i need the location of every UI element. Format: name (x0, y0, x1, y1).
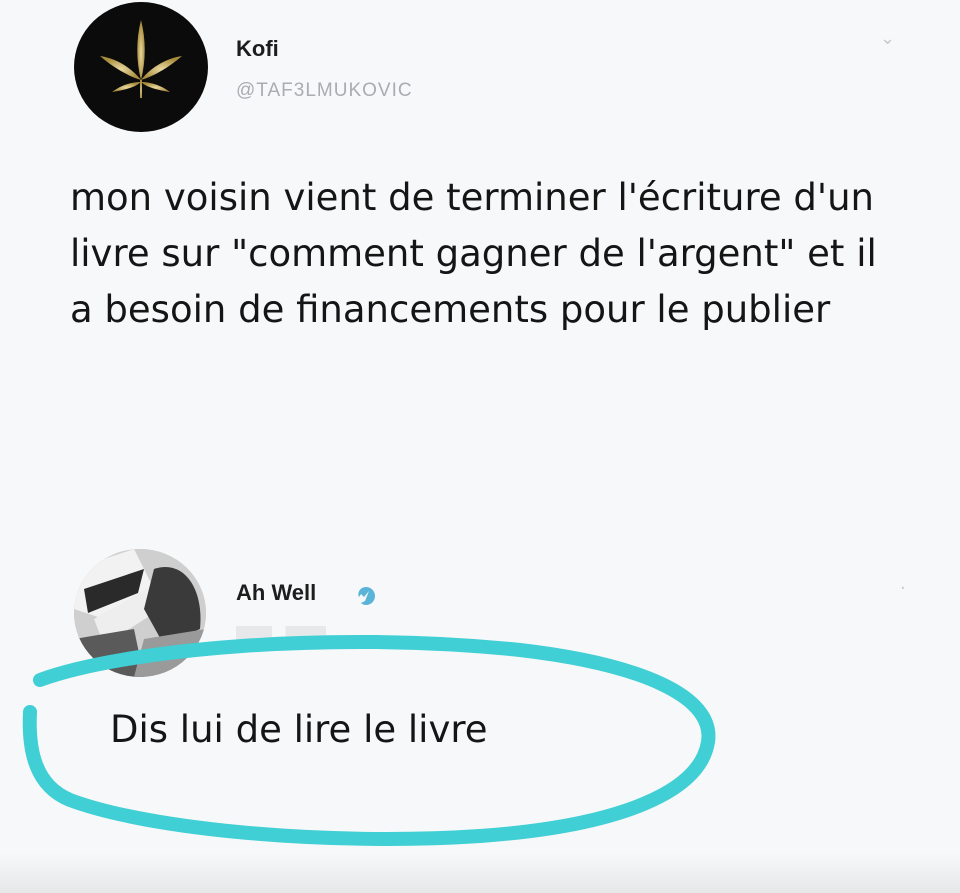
reply-avatar[interactable] (74, 549, 206, 677)
reply-tweet: Ah Well · Dis lui de lire le livre (0, 0, 960, 893)
avatar-photo-icon (74, 549, 206, 677)
reply-chevron-icon[interactable]: · (900, 578, 906, 599)
verified-badge-icon (358, 587, 375, 605)
reply-author-handle[interactable] (236, 626, 326, 640)
reply-author-name[interactable]: Ah Well (236, 580, 316, 606)
image-edge-shading (0, 853, 960, 893)
reply-text: Dis lui de lire le livre (110, 708, 488, 751)
